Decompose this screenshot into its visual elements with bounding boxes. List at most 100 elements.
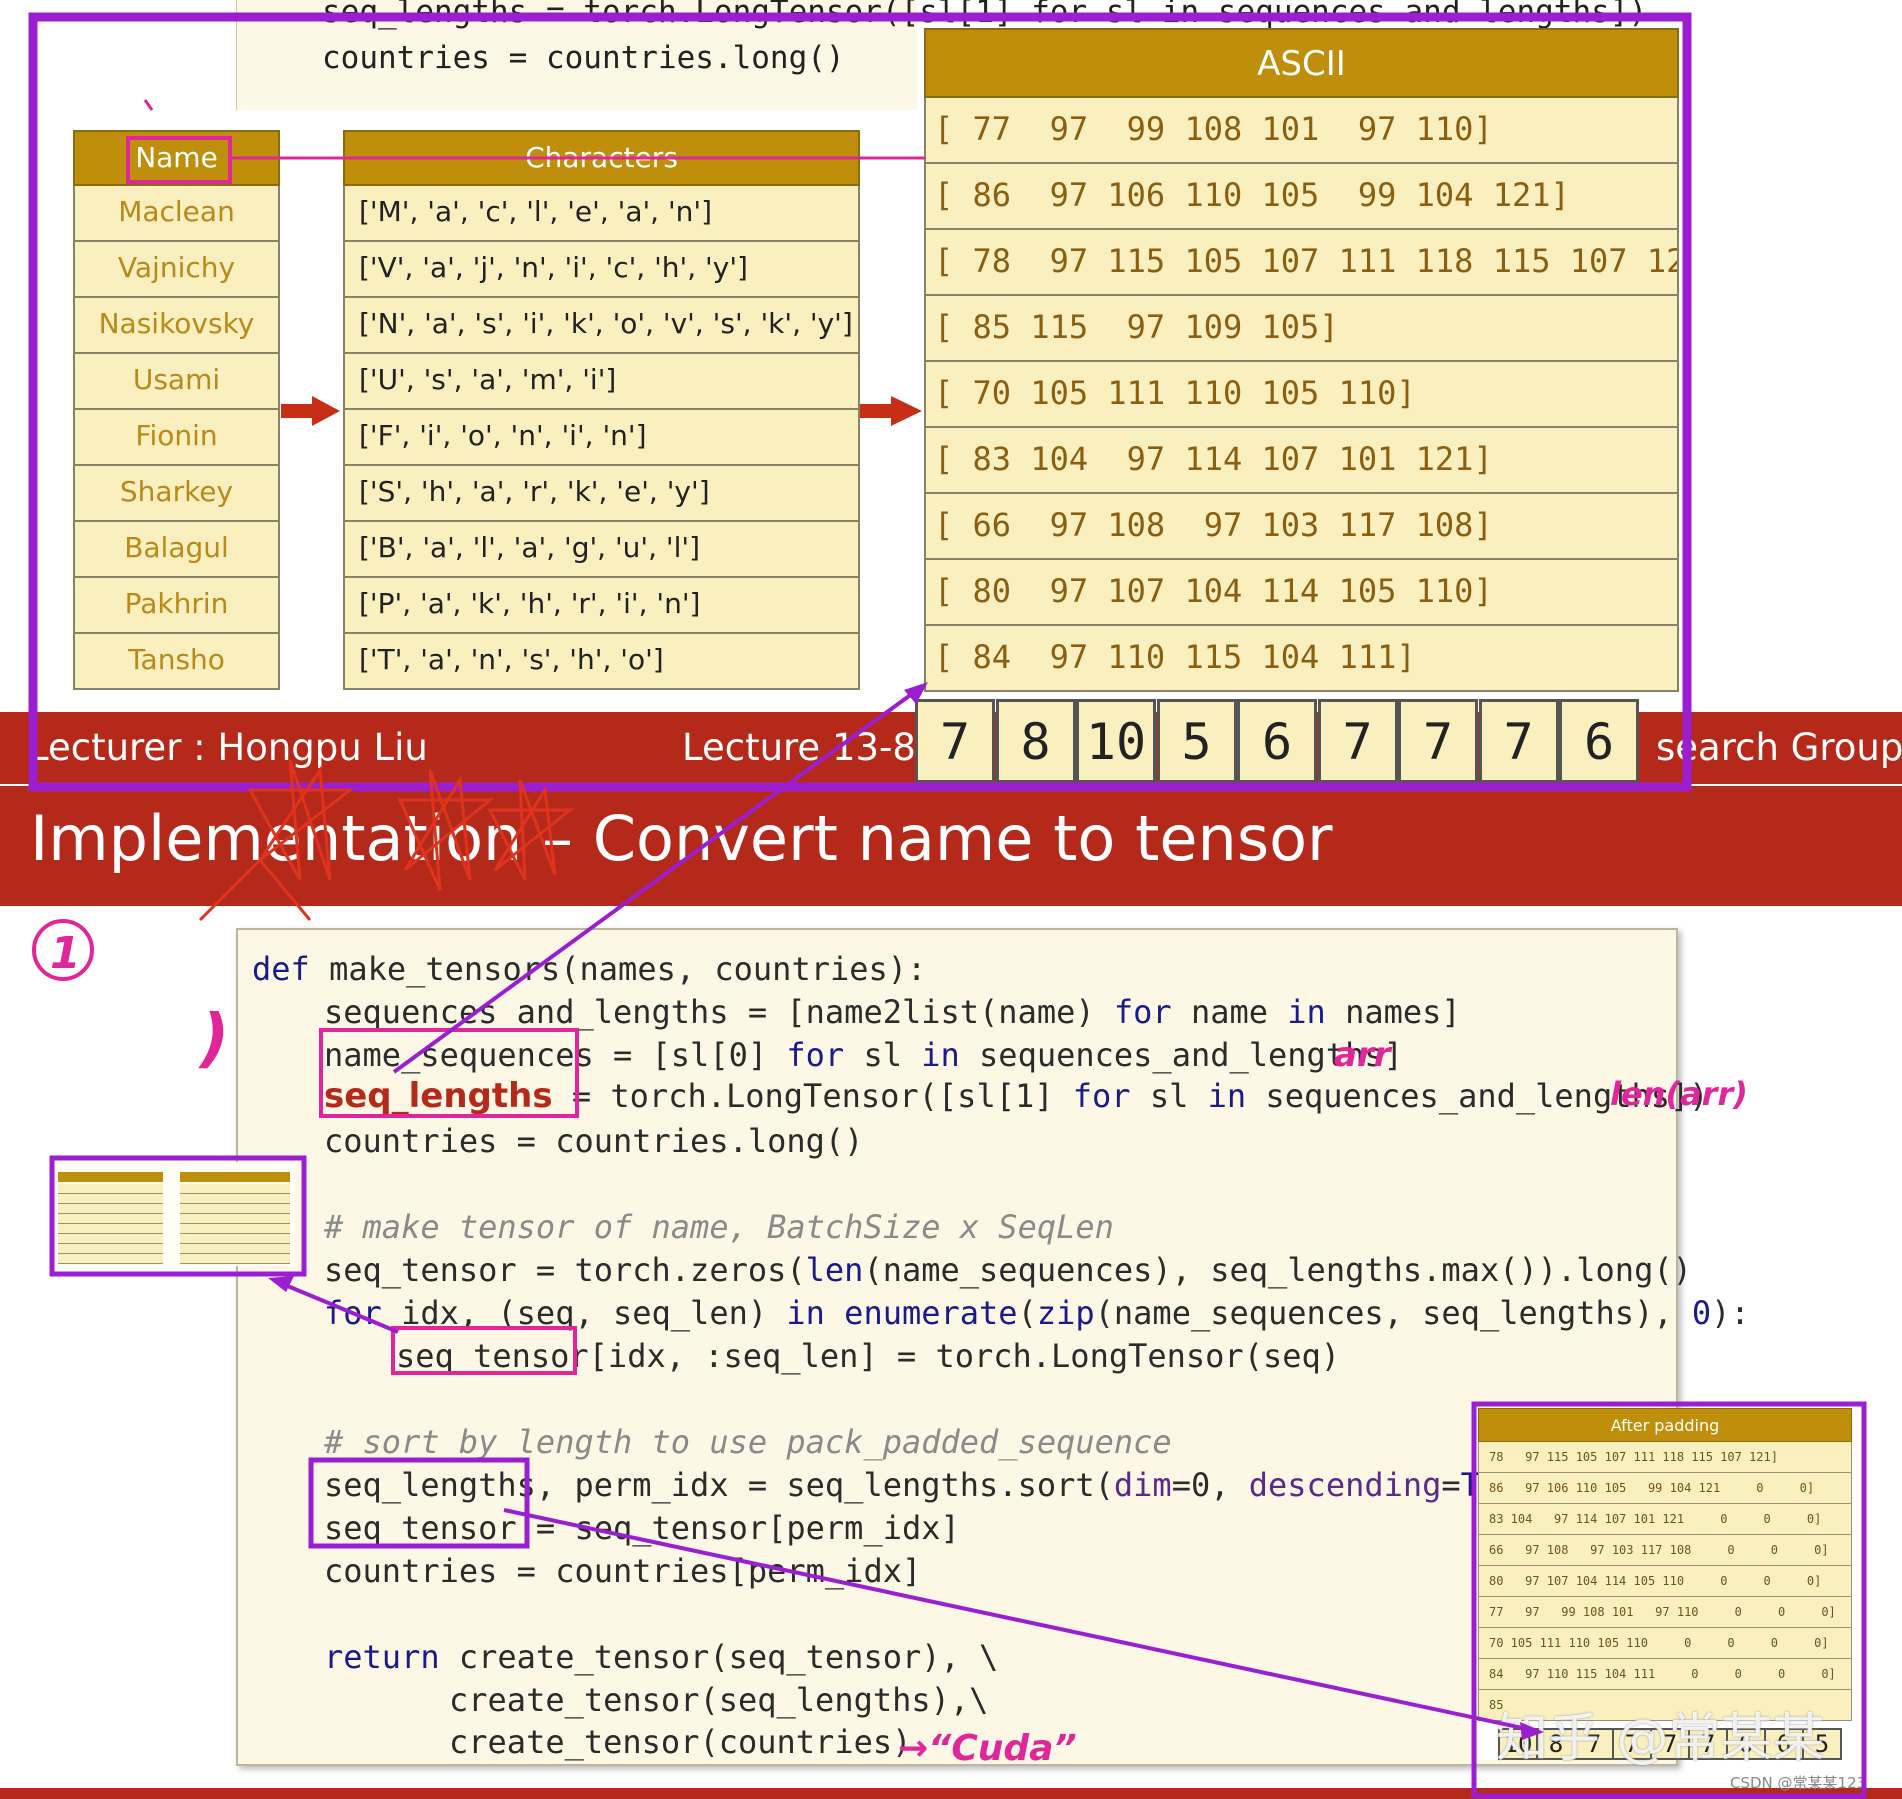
watermark: 知乎 @常某某 (1496, 1709, 1825, 1769)
code-line-seq-tensor-assign: seq_tensor[idx, :seq_len] = torch.LongTe… (396, 1337, 1341, 1375)
code-line-sort: seq_lengths, perm_idx = seq_lengths.sort… (324, 1466, 1557, 1504)
length-cell: 7 (915, 699, 995, 783)
length-cell: 8 (995, 699, 1076, 783)
code-seg: seq_lengths, perm_idx = seq_lengths.sort… (324, 1466, 1114, 1504)
ascii-cell: [ 80 97 107 104 114 105 110] (924, 560, 1679, 626)
code-seg: sequences_and_lengths] (959, 1036, 1403, 1074)
ascii-table: ASCII [ 77 97 99 108 101 97 110][ 86 97 … (924, 28, 1679, 692)
code-seg: ): (1711, 1294, 1750, 1332)
ascii-cell: [ 85 115 97 109 105] (924, 296, 1679, 362)
code-seg: sl (1130, 1077, 1208, 1115)
keyword-for: for (1113, 993, 1172, 1031)
thumb-row (180, 1244, 290, 1254)
code-seg: sl (844, 1036, 922, 1074)
keyword-return: return (324, 1638, 440, 1676)
name-cell: Vajnichy (73, 242, 280, 298)
name-cell: Maclean (73, 186, 280, 242)
characters-cell: ['U', 's', 'a', 'm', 'i'] (343, 354, 860, 410)
keyword-in: in (1207, 1077, 1247, 1115)
code-seg: create_tensor(seq_tensor), \ (439, 1638, 999, 1676)
def-signature: make_tensors(names, countries): (309, 950, 927, 988)
pen-tick (143, 99, 154, 111)
after-padding-row: 78 97 115 105 107 111 118 115 107 121] (1478, 1442, 1852, 1473)
code-panel: def make_tensors(names, countries): sequ… (236, 928, 1750, 1766)
characters-cell: ['B', 'a', 'l', 'a', 'g', 'u', 'l'] (343, 522, 860, 578)
keyword-def: def (252, 950, 310, 988)
seq-lengths-emphasis: seq_lengths (324, 1076, 553, 1116)
name-table: Name Maclean Vajnichy Nasikovsky Usami Fioni… (73, 130, 280, 690)
code-seg: =0, (1171, 1466, 1249, 1504)
code-line-for-enumerate: for idx, (seq, seq_len) in enumerate(zip… (324, 1294, 1750, 1332)
thumb-header (180, 1172, 290, 1182)
code-seg: idx, (seq, seq_len) (381, 1294, 787, 1332)
keyword-in: in (786, 1294, 825, 1332)
thumb-row (180, 1224, 290, 1234)
circled-number-mark (32, 919, 94, 981)
code-line-seq-tensor-zeros: seq_tensor = torch.zeros(len(name_sequen… (324, 1251, 1692, 1289)
lecturer-label: Lecturer : Hongpu Liu (28, 726, 428, 769)
keyword-for: for (324, 1294, 382, 1332)
characters-cell: ['S', 'h', 'a', 'r', 'k', 'e', 'y'] (343, 466, 860, 522)
characters-table: Characters ['M', 'a', 'c', 'l', 'e', 'a'… (343, 130, 860, 690)
name-cell: Pakhrin (73, 578, 280, 634)
thumb-row (58, 1204, 163, 1214)
length-cell: 10 (1076, 699, 1156, 783)
builtin-enumerate: enumerate (824, 1294, 1018, 1332)
research-group-label: search Group (1656, 726, 1902, 769)
after-padding-row: 84 97 110 115 104 111 0 0 0 0] (1478, 1659, 1852, 1690)
thumb-row (180, 1184, 290, 1194)
name-cell: Fionin (73, 410, 280, 466)
code-line-seq-lengths: seq_lengths = torch.LongTensor([sl[1] fo… (324, 1076, 1709, 1116)
name-cell: Usami (73, 354, 280, 410)
name-cell: Sharkey (73, 466, 280, 522)
lecture-number: Lecture 13-8 (682, 726, 916, 769)
thumb-row (58, 1214, 163, 1224)
length-cell: 6 (1559, 699, 1639, 783)
ascii-cell: [ 78 97 115 105 107 111 118 115 107 121] (924, 230, 1679, 296)
code-line-seq-lengths-fragment: seq_lengths = torch.LongTensor([sl[1] fo… (322, 0, 1648, 30)
code-line-perm-tensor: seq_tensor = seq_tensor[perm_idx] (324, 1509, 960, 1547)
thumb-row (180, 1254, 290, 1264)
code-seg: = (1441, 1466, 1461, 1504)
slide-title: Implementation – Convert name to tensor (30, 802, 1333, 875)
code-seg: ( (1017, 1294, 1037, 1332)
side-bracket-mark: ) (198, 1002, 229, 1076)
keyword-in: in (1287, 993, 1326, 1031)
code-line-countries-fragment: countries = countries.long() (322, 40, 845, 76)
ascii-header: ASCII (924, 28, 1679, 98)
characters-cell: ['F', 'i', 'o', 'n', 'i', 'n'] (343, 410, 860, 466)
code-line-name-sequences: name_sequences = [sl[0] for sl in sequen… (324, 1036, 1403, 1074)
thumbnail-padding-slide (54, 1162, 296, 1266)
code-seg: seq_tensor = torch.zeros( (324, 1251, 806, 1289)
code-seg: name_sequences = [sl[0] (324, 1036, 787, 1074)
builtin-zip: zip (1036, 1294, 1095, 1332)
circled-number: 1 (50, 928, 81, 979)
keyword-for: for (1072, 1077, 1131, 1115)
thumb-row (180, 1234, 290, 1244)
ascii-cell: [ 86 97 106 110 105 99 104 121] (924, 164, 1679, 230)
name-header: Name (73, 130, 280, 186)
thumb-row (58, 1244, 163, 1254)
keyword-in: in (921, 1036, 960, 1074)
length-cell: 7 (1317, 699, 1398, 783)
characters-header: Characters (343, 130, 860, 186)
code-line-create-lengths: create_tensor(seq_lengths),\ (449, 1681, 989, 1719)
characters-cell: ['V', 'a', 'j', 'n', 'i', 'c', 'h', 'y'] (343, 242, 860, 298)
after-padding-row: 83 104 97 114 107 101 121 0 0 0] (1478, 1504, 1852, 1535)
title-band: Implementation – Convert name to tensor (0, 786, 1902, 906)
after-padding-row: 86 97 106 110 105 99 104 121 0 0] (1478, 1473, 1852, 1504)
after-padding-row: 77 97 99 108 101 97 110 0 0 0] (1478, 1597, 1852, 1628)
param-descending: descending (1248, 1466, 1442, 1504)
after-padding-row: 80 97 107 104 114 105 110 0 0 0] (1478, 1566, 1852, 1597)
ascii-cell: [ 84 97 110 115 104 111] (924, 626, 1679, 692)
length-cell: 6 (1237, 699, 1317, 783)
code-seg: name (1171, 993, 1288, 1031)
arrow-characters-to-ascii (860, 396, 922, 426)
code-seg: names] (1325, 993, 1461, 1031)
credit-label: CSDN @常某某123 (1730, 1774, 1867, 1792)
param-dim: dim (1113, 1466, 1172, 1504)
thumb-row (58, 1194, 163, 1204)
characters-cell: ['M', 'a', 'c', 'l', 'e', 'a', 'n'] (343, 186, 860, 242)
after-padding-header: After padding (1478, 1408, 1852, 1442)
length-cell: 7 (1398, 699, 1478, 783)
